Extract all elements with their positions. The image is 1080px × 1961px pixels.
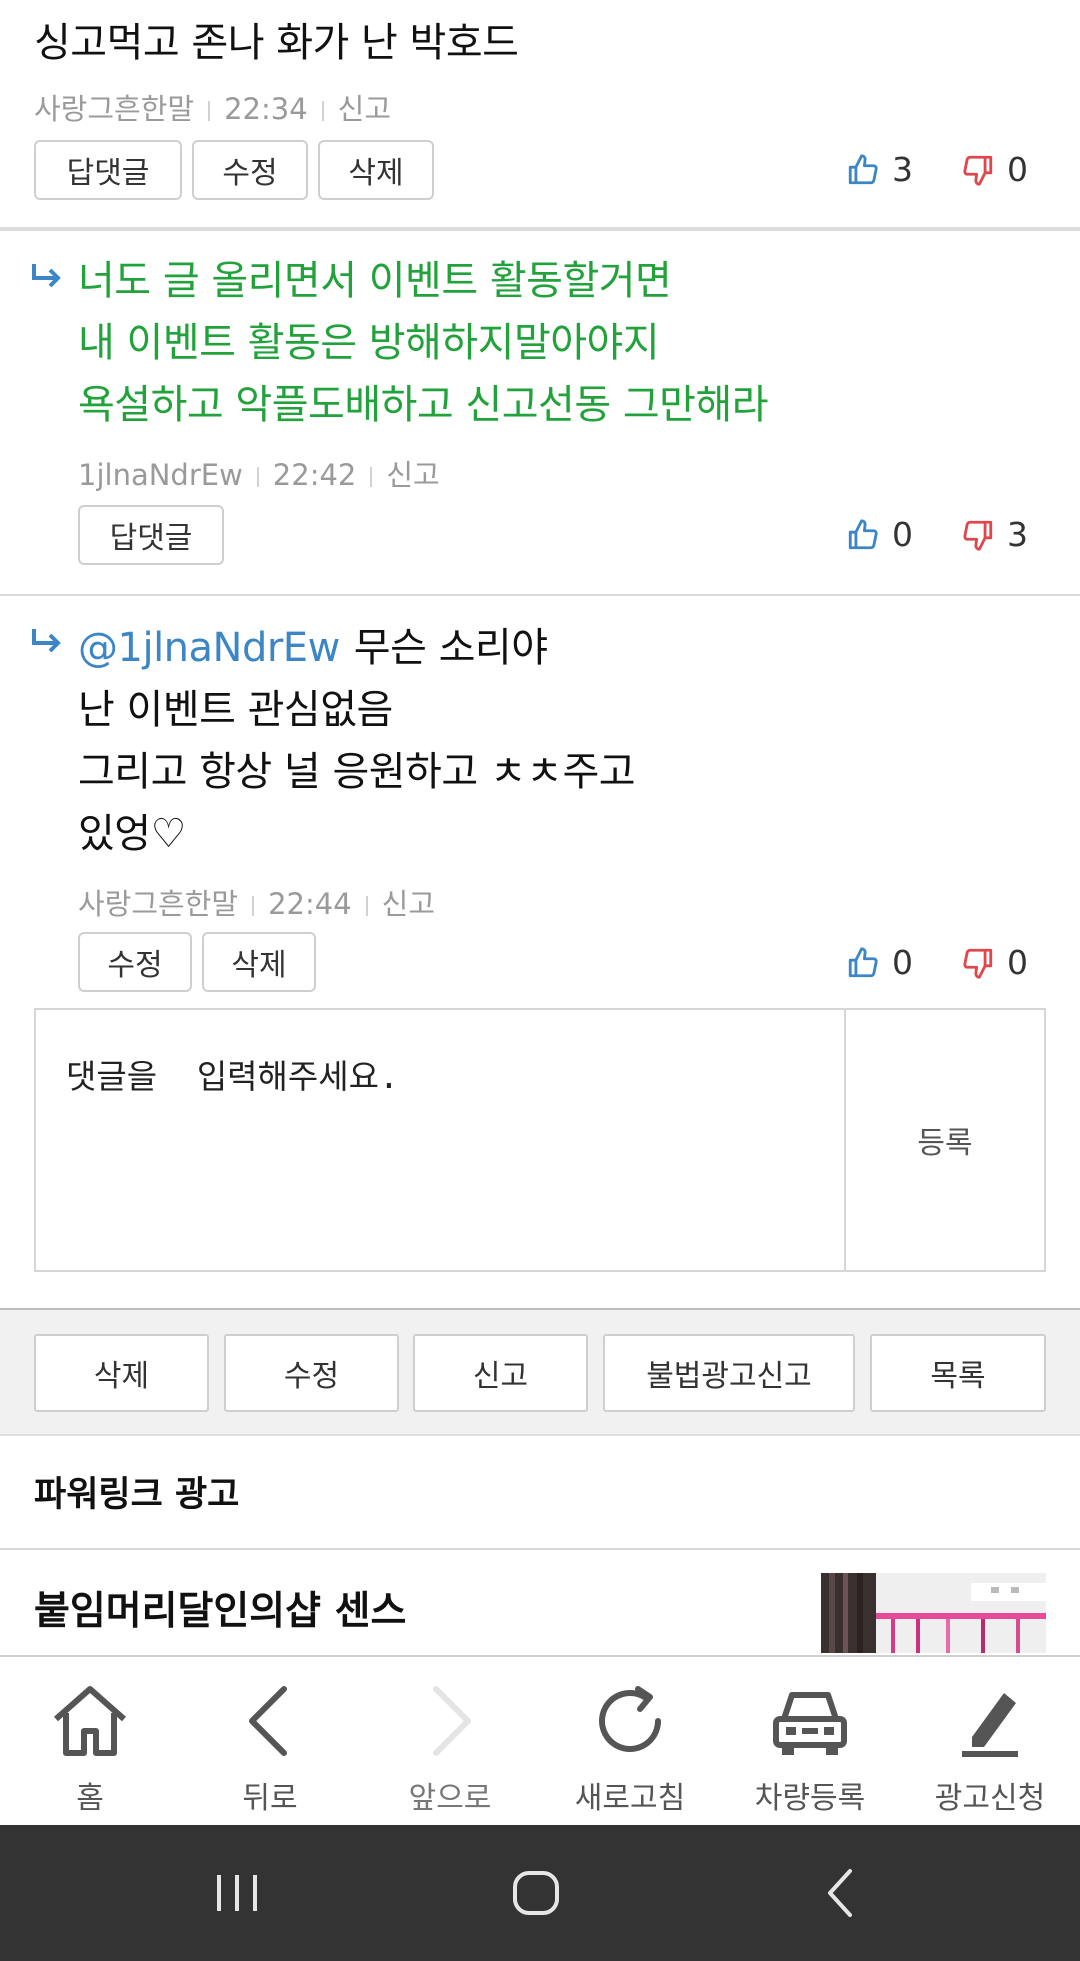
nav-label: 홈 [76,1781,104,1816]
delete-button[interactable]: 삭제 [202,932,316,992]
edit-post-button[interactable]: 수정 [224,1334,399,1412]
comment-author[interactable]: 사랑그흔한말 [34,92,194,126]
like-button[interactable]: 0 [846,515,913,554]
comment-2-line: 욕설하고 악플도배하고 신고선동 그만해라 [78,382,769,428]
comment-time: 22:44 [268,887,352,921]
delete-post-button[interactable]: 삭제 [34,1334,209,1412]
reply-arrow-icon [30,262,64,292]
comment-3-meta: 사랑그흔한말 22:44 신고 [78,881,435,923]
nav-home[interactable]: 홈 [0,1657,180,1825]
pencil-icon [962,1693,1018,1757]
divider [0,1548,1080,1550]
comment-2-line: 내 이벤트 활동은 방해하지말아야지 [78,320,660,366]
nav-label: 광고신청 [934,1781,1046,1816]
ad-title[interactable]: 붙임머리달인의샵 센스 [34,1580,406,1636]
report-link[interactable]: 신고 [338,92,391,126]
thumbs-up-icon [848,153,878,184]
report-link[interactable]: 신고 [386,458,439,492]
thumbs-up-icon [848,946,878,977]
back-icon [249,1686,287,1756]
home-button-icon[interactable] [506,1863,566,1923]
comment-1-votes: 3 0 [846,150,1028,189]
mention-link[interactable]: @1jlnaNdrEw [78,625,340,671]
dislike-count: 3 [1007,515,1028,554]
comment-3-votes: 0 0 [846,943,1028,982]
thumbs-down-icon [963,520,993,551]
car-icon [773,1692,847,1755]
delete-button[interactable]: 삭제 [318,140,434,200]
like-count: 0 [892,515,913,554]
thumbs-up-icon [848,518,878,549]
dislike-button[interactable]: 3 [961,515,1028,554]
ad-thumbnail[interactable] [821,1573,1046,1653]
comment-3-line: 그리고 항상 널 응원하고 ㅊㅊ주고 [78,749,636,795]
thumbs-down-icon [963,155,993,186]
report-illegal-ad-button[interactable]: 불법광고신고 [603,1334,855,1412]
action-bar: 삭제 수정 신고 불법광고신고 목록 [0,1308,1080,1436]
divider [0,594,1080,596]
home-icon [54,1686,126,1756]
recent-apps-icon[interactable] [207,1863,267,1923]
submit-button[interactable]: 등록 [846,1010,1044,1270]
forward-icon [433,1686,471,1756]
comment-2-text: 너도 글 올리면서 이벤트 활동할거면 내 이벤트 활동은 방해하지말아야지 욕… [78,250,769,436]
like-button[interactable]: 0 [846,943,913,982]
edit-button[interactable]: 수정 [192,140,308,200]
comment-author[interactable]: 사랑그흔한말 [78,887,238,921]
comment-time: 22:42 [272,458,357,492]
comment-2-meta: 1jlnaNdrEw 22:42 신고 [78,452,440,494]
like-count: 3 [892,150,913,189]
comment-author[interactable]: 1jlnaNdrEw [78,458,243,492]
reply-button[interactable]: 답댓글 [34,140,182,200]
report-link[interactable]: 신고 [382,887,435,921]
nav-forward[interactable]: 앞으로 [360,1657,540,1825]
comment-input-box: 등록 [34,1008,1046,1272]
refresh-icon [599,1686,661,1752]
list-button[interactable]: 목록 [870,1334,1046,1412]
dislike-count: 0 [1007,943,1028,982]
comment-2-buttons: 답댓글 [78,505,224,565]
thumbs-down-icon [963,948,993,979]
comment-2-line: 너도 글 올리면서 이벤트 활동할거면 [78,258,672,304]
comment-3-buttons: 수정 삭제 [78,932,316,992]
comment-3-line: 있엉♡ [78,811,186,857]
comment-3-line: 난 이벤트 관심없음 [78,687,393,733]
nav-label: 뒤로 [242,1781,298,1816]
like-count: 0 [892,943,913,982]
comment-2-votes: 0 3 [846,515,1028,554]
nav-back[interactable]: 뒤로 [180,1657,360,1825]
powerlink-title: 파워링크 광고 [34,1475,240,1515]
like-button[interactable]: 3 [846,150,913,189]
dislike-button[interactable]: 0 [961,150,1028,189]
nav-label: 앞으로 [408,1781,492,1816]
bottom-nav: 홈 뒤로 앞으로 새로고침 차량등록 광고신청 [0,1655,1080,1825]
divider [0,229,1080,231]
comment-1-buttons: 답댓글 수정 삭제 [34,140,434,200]
comment-time: 22:34 [224,92,308,126]
system-nav-bar [0,1825,1080,1961]
comment-1-meta: 사랑그흔한말 22:34 신고 [34,86,391,128]
dislike-count: 0 [1007,150,1028,189]
nav-refresh[interactable]: 새로고침 [540,1657,720,1825]
nav-label: 새로고침 [574,1781,686,1816]
report-post-button[interactable]: 신고 [413,1334,588,1412]
comment-3-text: @1jlnaNdrEw 무슨 소리야 난 이벤트 관심없음 그리고 항상 널 응원… [78,617,636,865]
dislike-button[interactable]: 0 [961,943,1028,982]
reply-button[interactable]: 답댓글 [78,505,224,565]
comment-input[interactable] [36,1010,846,1270]
nav-car-register[interactable]: 차량등록 [720,1657,900,1825]
edit-button[interactable]: 수정 [78,932,192,992]
comment-3-line: 무슨 소리야 [353,625,548,671]
system-back-icon[interactable] [812,1863,872,1923]
nav-ad-request[interactable]: 광고신청 [900,1657,1080,1825]
reply-arrow-icon [30,627,64,657]
nav-label: 차량등록 [754,1781,866,1816]
comment-1-text: 싱고먹고 존나 화가 난 박호드 [34,20,519,66]
